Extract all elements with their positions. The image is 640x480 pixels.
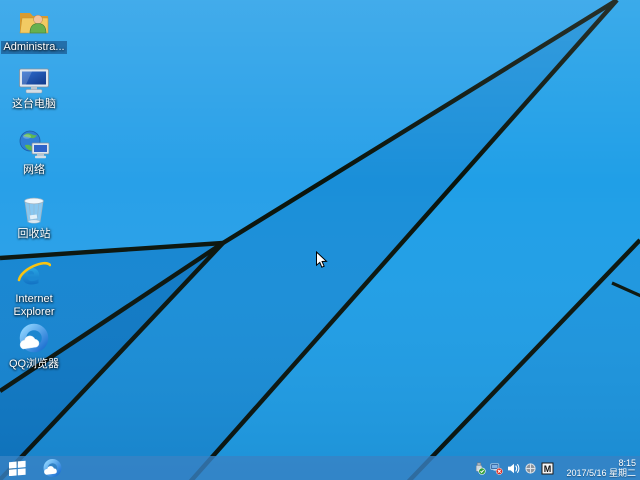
desktop-icon-internet-explorer[interactable]: e Internet Explorer [0, 257, 68, 319]
internet-explorer-icon: e [17, 257, 51, 291]
desktop-icon-recycle-bin[interactable]: 回收站 [0, 192, 68, 241]
desktop-icon-this-pc[interactable]: 这台电脑 [0, 62, 68, 111]
this-pc-icon [19, 68, 49, 94]
taskbar-pinned-qq-browser[interactable] [38, 456, 66, 480]
recycle-bin-icon [24, 197, 44, 224]
windows-logo-icon [8, 460, 26, 476]
input-method-icon[interactable]: M [541, 462, 554, 475]
clock-time: 8:15 [618, 458, 636, 468]
usb-safely-remove-icon[interactable] [473, 462, 486, 475]
desktop-icon-label: 这台电脑 [12, 98, 56, 110]
svg-text:e: e [21, 257, 41, 291]
qq-browser-icon [19, 323, 49, 353]
desktop-icon-label: QQ浏览器 [8, 358, 60, 370]
taskbar: M 8:15 2017/5/16 星期二 [0, 456, 640, 480]
volume-icon[interactable] [507, 462, 520, 475]
desktop-icon-network[interactable]: 网络 [0, 128, 68, 177]
desktop-icon-label: Internet Explorer [13, 293, 55, 318]
language-indicator-icon[interactable] [524, 462, 537, 475]
desktop-icon-label: Administra... [1, 41, 67, 54]
start-button[interactable] [0, 456, 34, 480]
network-disconnected-icon[interactable] [490, 462, 503, 475]
desktop-wallpaper [0, 0, 640, 480]
desktop-icon-qq-browser[interactable]: QQ浏览器 [0, 322, 68, 371]
input-method-letter: M [544, 464, 552, 474]
clock-date: 2017/5/16 星期二 [566, 468, 636, 478]
system-tray: M [473, 462, 554, 475]
desktop: Administra... 这台电脑 网络 回收站 e Internet Exp… [0, 0, 640, 480]
mouse-cursor [316, 251, 328, 268]
qq-browser-icon [43, 458, 61, 477]
user-folder-icon [19, 13, 49, 34]
desktop-icon-label: 网络 [23, 164, 45, 176]
taskbar-clock[interactable]: 8:15 2017/5/16 星期二 [558, 458, 640, 478]
desktop-icon-administrator[interactable]: Administra... [0, 5, 68, 54]
network-globe-icon [19, 130, 50, 159]
desktop-icon-label: 回收站 [17, 228, 51, 240]
